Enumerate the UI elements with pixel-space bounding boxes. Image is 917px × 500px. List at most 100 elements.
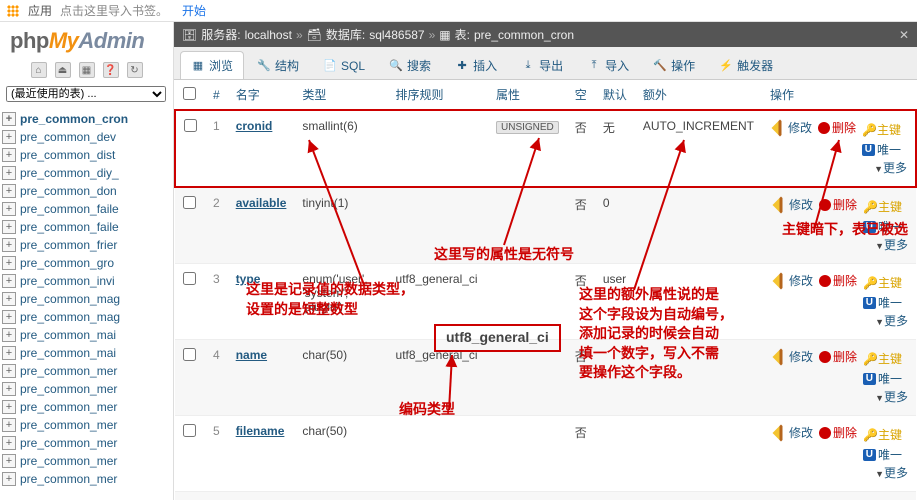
op-drop[interactable]: 删除 [819,272,857,290]
col-type[interactable]: 类型 [294,80,387,110]
expand-icon[interactable]: + [2,112,16,126]
tree-item[interactable]: +pre_common_mer [0,416,173,434]
tab-操作[interactable]: 🔨操作 [642,51,706,79]
expand-icon[interactable]: + [2,346,16,360]
col-extra[interactable]: 额外 [635,80,762,110]
tree-item[interactable]: +pre_common_mai [0,326,173,344]
expand-icon[interactable]: + [2,166,16,180]
op-more[interactable]: ▼更多 [875,314,908,328]
op-unique[interactable]: U唯一 [863,370,902,388]
row-check[interactable] [183,272,196,285]
tree-item[interactable]: +pre_common_invi [0,272,173,290]
tree-item[interactable]: +pre_common_cron [0,110,173,128]
tab-导入[interactable]: ⤒导入 [576,51,640,79]
expand-icon[interactable]: + [2,130,16,144]
tree-item[interactable]: +pre_common_dist [0,146,173,164]
col-null[interactable]: 空 [567,80,595,110]
op-primary[interactable]: 🔑主键 [863,426,902,444]
tab-触发器[interactable]: ⚡触发器 [708,51,784,79]
tree-item[interactable]: +pre_common_mer [0,452,173,470]
expand-icon[interactable]: + [2,310,16,324]
tree-item[interactable]: +pre_common_diy_ [0,164,173,182]
col-attr[interactable]: 属性 [488,80,567,110]
op-drop[interactable]: 删除 [818,119,856,137]
expand-icon[interactable]: + [2,202,16,216]
tab-插入[interactable]: ✚插入 [444,51,508,79]
breadcrumb-db[interactable]: sql486587 [369,28,424,42]
expand-icon[interactable]: + [2,148,16,162]
tab-导出[interactable]: ⤓导出 [510,51,574,79]
op-change[interactable]: 修改 [775,348,813,366]
row-check[interactable] [183,196,196,209]
tree-item[interactable]: +pre_common_don [0,182,173,200]
column-name[interactable]: filename [236,424,285,438]
op-change[interactable]: 修改 [774,119,812,137]
tab-搜索[interactable]: 🔍搜索 [378,51,442,79]
col-collation[interactable]: 排序规则 [388,80,488,110]
docs-icon[interactable]: ❓ [103,62,119,78]
op-unique[interactable]: U唯一 [863,294,902,312]
home-icon[interactable]: ⌂ [31,62,47,78]
expand-icon[interactable]: + [2,238,16,252]
phpmyadmin-logo[interactable]: phpMyAdmin [0,22,173,58]
expand-icon[interactable]: + [2,454,16,468]
tree-item[interactable]: +pre_common_mer [0,362,173,380]
op-more[interactable]: ▼更多 [875,238,908,252]
tree-item[interactable]: +pre_common_mag [0,308,173,326]
op-drop[interactable]: 删除 [819,424,857,442]
expand-icon[interactable]: + [2,436,16,450]
apps-grid-icon[interactable] [6,4,20,18]
expand-icon[interactable]: + [2,256,16,270]
op-drop[interactable]: 删除 [819,348,857,366]
tab-结构[interactable]: 🔧结构 [246,51,310,79]
tree-item[interactable]: +pre_common_faile [0,218,173,236]
tree-item[interactable]: +pre_common_gro [0,254,173,272]
tree-item[interactable]: +pre_common_mai [0,344,173,362]
op-more[interactable]: ▼更多 [874,161,907,175]
bookmark-start[interactable]: 开始 [182,2,206,19]
column-name[interactable]: available [236,196,287,210]
expand-icon[interactable]: + [2,184,16,198]
tab-SQL[interactable]: 📄SQL [312,51,376,79]
sql-icon[interactable]: ▦ [79,62,95,78]
expand-icon[interactable]: + [2,472,16,486]
check-all[interactable] [183,87,196,100]
op-unique[interactable]: U唯一 [863,446,902,464]
expand-icon[interactable]: + [2,382,16,396]
col-num[interactable]: # [205,80,228,110]
db-tree[interactable]: +pre_common_cron+pre_common_dev+pre_comm… [0,106,173,500]
tree-item[interactable]: +pre_common_dev [0,128,173,146]
op-more[interactable]: ▼更多 [875,466,908,480]
expand-icon[interactable]: + [2,292,16,306]
op-drop[interactable]: 删除 [819,196,857,214]
row-check[interactable] [184,119,197,132]
op-primary[interactable]: 🔑主键 [862,121,901,139]
recent-tables-select[interactable]: (最近使用的表) ... [6,86,166,102]
tree-item[interactable]: +pre_common_frier [0,236,173,254]
breadcrumb-table[interactable]: pre_common_cron [474,28,574,42]
col-default[interactable]: 默认 [595,80,635,110]
op-primary[interactable]: 🔑主键 [863,198,902,216]
op-primary[interactable]: 🔑主键 [863,350,902,368]
tree-item[interactable]: +pre_common_faile [0,200,173,218]
op-change[interactable]: 修改 [775,272,813,290]
expand-icon[interactable]: + [2,400,16,414]
column-name[interactable]: cronid [236,119,273,133]
op-change[interactable]: 修改 [775,196,813,214]
reload-icon[interactable]: ↻ [127,62,143,78]
column-name[interactable]: type [236,272,261,286]
expand-icon[interactable]: + [2,274,16,288]
tree-item[interactable]: +pre_common_mer [0,434,173,452]
col-name[interactable]: 名字 [228,80,295,110]
op-primary[interactable]: 🔑主键 [863,274,902,292]
op-unique[interactable]: U唯一 [863,218,902,236]
column-name[interactable]: name [236,348,267,362]
breadcrumb-server[interactable]: localhost [245,28,292,42]
tree-item[interactable]: +pre_common_mer [0,398,173,416]
apps-label[interactable]: 应用 [28,2,52,19]
expand-icon[interactable]: + [2,220,16,234]
op-unique[interactable]: U唯一 [862,141,901,159]
expand-icon[interactable]: + [2,328,16,342]
expand-icon[interactable]: + [2,418,16,432]
tree-item[interactable]: +pre_common_mer [0,470,173,488]
